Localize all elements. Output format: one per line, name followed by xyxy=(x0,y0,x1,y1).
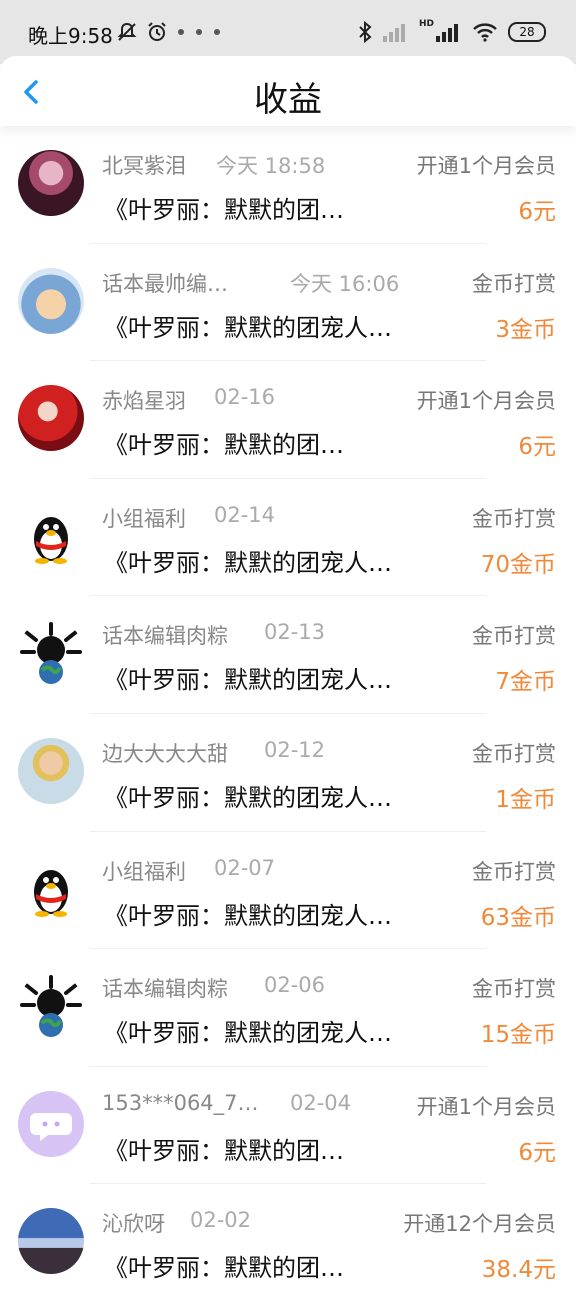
nav-header: 收益 xyxy=(0,56,576,126)
avatar[interactable] xyxy=(18,267,84,334)
earning-amount: 1金币 xyxy=(495,786,556,813)
user-name: 话本编辑肉粽 xyxy=(102,624,228,649)
book-title: 《叶罗丽：默默的团宠人… xyxy=(104,1019,392,1048)
virus-globe-icon xyxy=(20,622,82,685)
avatar[interactable] xyxy=(18,973,84,1040)
book-title: 《叶罗丽：默默的团宠人… xyxy=(104,666,392,695)
earning-row[interactable]: 北冥紫泪 今天 18:58 开通1个月会员 《叶罗丽：默默的团… 6元 xyxy=(0,126,576,244)
earning-type: 开通12个月会员 xyxy=(403,1212,556,1237)
earning-date: 02-06 xyxy=(264,973,326,998)
earning-amount: 15金币 xyxy=(480,1022,556,1049)
avatar[interactable] xyxy=(18,502,84,569)
chat-bubble-icon xyxy=(30,1112,72,1141)
status-right-icons: HD 28 xyxy=(357,18,546,46)
signal-off-icon xyxy=(382,24,405,42)
mute-bell-icon xyxy=(117,22,137,41)
book-title: 《叶罗丽：默默的团… xyxy=(104,431,344,460)
user-name: 赤焰星羽 xyxy=(102,389,186,414)
page-title: 收益 xyxy=(254,80,322,120)
user-name: 小组福利 xyxy=(102,506,186,531)
earning-date: 02-13 xyxy=(264,620,326,645)
earning-type: 金币打赏 xyxy=(472,977,556,1002)
user-name: 北冥紫泪 xyxy=(102,154,186,178)
earning-type: 金币打赏 xyxy=(472,506,556,531)
earning-type: 开通1个月会员 xyxy=(416,389,556,414)
earning-date: 02-02 xyxy=(190,1208,252,1233)
book-title: 《叶罗丽：默默的团宠人… xyxy=(104,783,392,812)
avatar[interactable] xyxy=(18,1208,84,1275)
book-title: 《叶罗丽：默默的团宠人… xyxy=(104,548,392,577)
book-title: 《叶罗丽：默默的团… xyxy=(104,1136,344,1165)
alarm-icon xyxy=(148,22,166,41)
earning-row[interactable]: 边大大大大甜 02-12 金币打赏 《叶罗丽：默默的团宠人… 1金币 xyxy=(0,714,576,832)
earning-amount: 63金币 xyxy=(480,904,556,931)
earnings-list: 北冥紫泪 今天 18:58 开通1个月会员 《叶罗丽：默默的团… 6元 话本最帅… xyxy=(0,126,576,1302)
user-name: 153***064_7… xyxy=(102,1090,259,1115)
avatar[interactable] xyxy=(18,1090,84,1157)
avatar[interactable] xyxy=(18,620,84,687)
signal-icon xyxy=(436,24,458,42)
earning-type: 开通1个月会员 xyxy=(416,154,556,178)
notification-dot-icon xyxy=(214,29,220,35)
earning-row[interactable]: 话本编辑肉粽 02-13 金币打赏 《叶罗丽：默默的团宠人… 7金币 xyxy=(0,596,576,714)
avatar[interactable] xyxy=(18,855,84,922)
earning-type: 金币打赏 xyxy=(472,271,556,296)
earning-date: 02-14 xyxy=(214,502,276,527)
status-left-icons xyxy=(116,18,222,46)
earning-type: 金币打赏 xyxy=(472,859,556,884)
user-name: 沁欣呀 xyxy=(102,1212,165,1237)
earning-date: 今天 16:06 xyxy=(290,271,400,296)
avatar[interactable] xyxy=(18,385,84,452)
book-title: 《叶罗丽：默默的团宠人… xyxy=(104,313,392,342)
user-name: 话本编辑肉粽 xyxy=(102,977,228,1002)
earning-type: 开通1个月会员 xyxy=(416,1094,556,1119)
wifi-icon xyxy=(473,23,497,42)
earning-row[interactable]: 话本编辑肉粽 02-06 金币打赏 《叶罗丽：默默的团宠人… 15金币 xyxy=(0,949,576,1067)
status-bar: 晚上9:58 HD 28 xyxy=(0,0,576,64)
notification-dot-icon xyxy=(196,29,202,35)
earning-amount: 70金币 xyxy=(480,551,556,578)
penguin-icon xyxy=(34,869,68,917)
penguin-icon xyxy=(34,516,68,564)
user-name: 话本最帅编… xyxy=(102,271,228,296)
earning-row[interactable]: 153***064_7… 02-04 开通1个月会员 《叶罗丽：默默的团… 6元 xyxy=(0,1067,576,1185)
book-title: 《叶罗丽：默默的团… xyxy=(104,196,344,224)
user-name: 小组福利 xyxy=(102,859,186,884)
earning-date: 02-04 xyxy=(290,1090,352,1115)
earning-type: 金币打赏 xyxy=(472,741,556,766)
earning-date: 02-16 xyxy=(214,385,276,410)
book-title: 《叶罗丽：默默的团宠人… xyxy=(104,901,392,930)
virus-globe-icon xyxy=(20,975,82,1038)
hd-label: HD xyxy=(418,19,434,29)
avatar[interactable] xyxy=(18,737,84,804)
earning-amount: 3金币 xyxy=(495,316,556,343)
earning-amount: 7金币 xyxy=(495,669,556,696)
user-name: 边大大大大甜 xyxy=(102,741,228,766)
earning-row[interactable]: 沁欣呀 02-02 开通12个月会员 《叶罗丽：默默的团… 38.4元 xyxy=(0,1184,576,1302)
earning-amount: 6元 xyxy=(518,199,556,225)
status-time: 晚上9:58 xyxy=(28,24,113,48)
book-title: 《叶罗丽：默默的团… xyxy=(104,1254,344,1283)
earning-date: 02-07 xyxy=(214,855,276,880)
earning-date: 02-12 xyxy=(264,737,326,762)
earning-date: 今天 18:58 xyxy=(216,154,326,178)
earning-row[interactable]: 话本最帅编… 今天 16:06 金币打赏 《叶罗丽：默默的团宠人… 3金币 xyxy=(0,244,576,362)
battery-icon: 28 xyxy=(508,22,546,42)
earning-type: 金币打赏 xyxy=(472,624,556,649)
notification-dot-icon xyxy=(178,29,184,35)
earning-row[interactable]: 小组福利 02-14 金币打赏 《叶罗丽：默默的团宠人… 70金币 xyxy=(0,479,576,597)
earning-amount: 6元 xyxy=(518,1139,556,1166)
earning-row[interactable]: 小组福利 02-07 金币打赏 《叶罗丽：默默的团宠人… 63金币 xyxy=(0,832,576,950)
earning-amount: 38.4元 xyxy=(481,1257,556,1284)
bluetooth-icon xyxy=(359,21,372,43)
earning-amount: 6元 xyxy=(518,434,556,461)
avatar[interactable] xyxy=(18,150,84,216)
earning-row[interactable]: 赤焰星羽 02-16 开通1个月会员 《叶罗丽：默默的团… 6元 xyxy=(0,361,576,479)
